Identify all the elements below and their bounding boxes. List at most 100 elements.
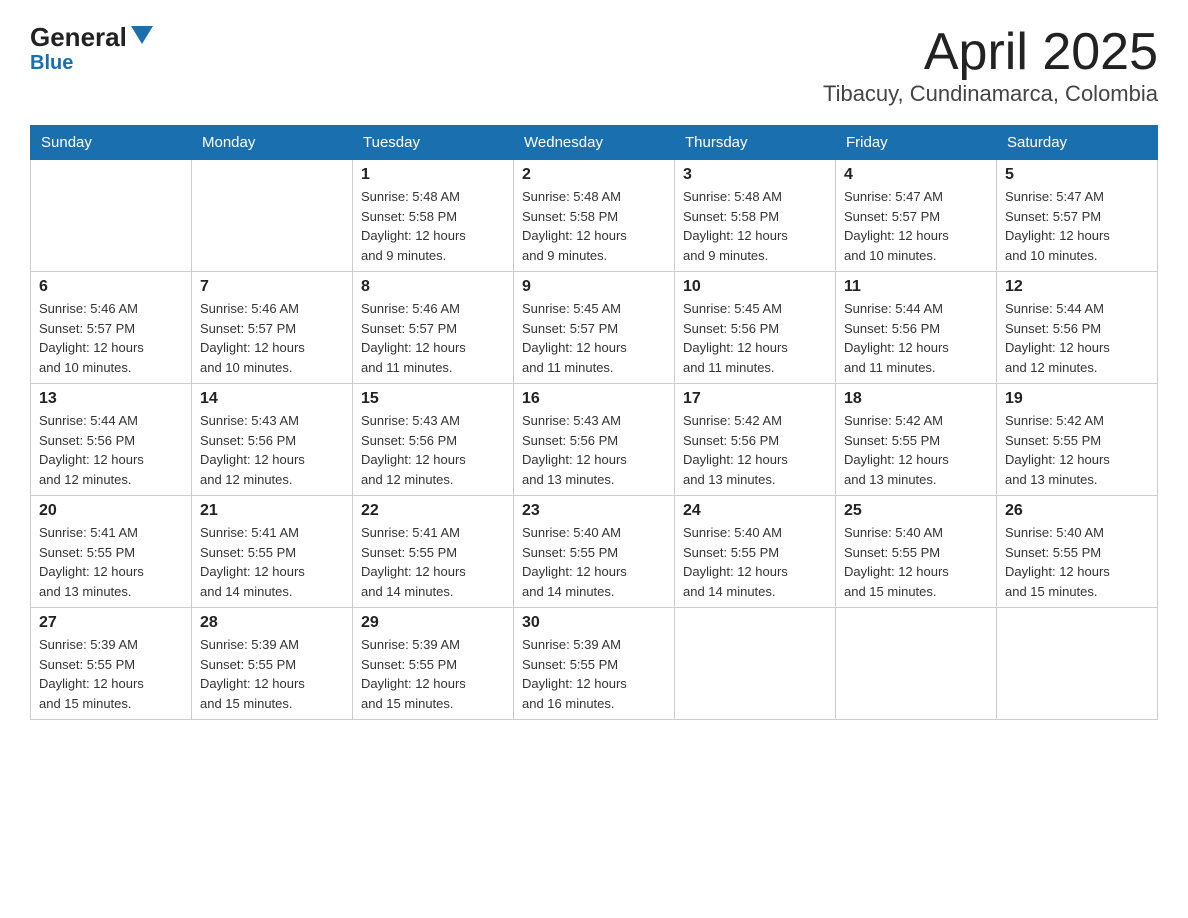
day-info: Sunrise: 5:40 AM Sunset: 5:55 PM Dayligh… [683, 523, 827, 601]
day-number: 15 [361, 390, 505, 408]
day-info: Sunrise: 5:43 AM Sunset: 5:56 PM Dayligh… [200, 411, 344, 489]
day-number: 16 [522, 390, 666, 408]
day-number: 19 [1005, 390, 1149, 408]
day-number: 1 [361, 166, 505, 184]
calendar-cell: 11Sunrise: 5:44 AM Sunset: 5:56 PM Dayli… [836, 272, 997, 384]
logo-triangle-icon [131, 26, 153, 44]
calendar-week-row: 6Sunrise: 5:46 AM Sunset: 5:57 PM Daylig… [31, 272, 1158, 384]
day-info: Sunrise: 5:47 AM Sunset: 5:57 PM Dayligh… [844, 187, 988, 265]
day-number: 14 [200, 390, 344, 408]
calendar-weekday-monday: Monday [192, 126, 353, 160]
day-info: Sunrise: 5:41 AM Sunset: 5:55 PM Dayligh… [200, 523, 344, 601]
calendar-cell: 28Sunrise: 5:39 AM Sunset: 5:55 PM Dayli… [192, 608, 353, 720]
day-number: 30 [522, 614, 666, 632]
day-number: 28 [200, 614, 344, 632]
calendar-cell: 21 Sunrise: 5:41 AM Sunset: 5:55 PM Dayli… [192, 496, 353, 608]
day-number: 22 [361, 502, 505, 520]
calendar-week-row: 1 Sunrise: 5:48 AM Sunset: 5:58 PM Daylig… [31, 160, 1158, 272]
day-info: Sunrise: 5:42 AM Sunset: 5:55 PM Dayligh… [844, 411, 988, 489]
day-number: 25 [844, 502, 988, 520]
day-info: Sunrise: 5:40 AM Sunset: 5:55 PM Dayligh… [522, 523, 666, 601]
calendar-cell [675, 608, 836, 720]
calendar-cell: 1 Sunrise: 5:48 AM Sunset: 5:58 PM Daylig… [353, 160, 514, 272]
calendar-cell: 27 Sunrise: 5:39 AM Sunset: 5:55 PM Dayli… [31, 608, 192, 720]
page-header: General Blue April 2025 Tibacuy, Cundina… [30, 24, 1158, 107]
day-number: 7 [200, 278, 344, 296]
page-title: April 2025 [823, 24, 1158, 81]
calendar-cell: 18 Sunrise: 5:42 AM Sunset: 5:55 PM Dayli… [836, 384, 997, 496]
logo-brand: General [30, 24, 127, 50]
day-number: 5 [1005, 166, 1149, 184]
day-number: 20 [39, 502, 183, 520]
day-info: Sunrise: 5:39 AM Sunset: 5:55 PM Dayligh… [39, 635, 183, 713]
day-number: 29 [361, 614, 505, 632]
day-info: Sunrise: 5:46 AM Sunset: 5:57 PM Dayligh… [200, 299, 344, 377]
calendar-cell: 7 Sunrise: 5:46 AM Sunset: 5:57 PM Daylig… [192, 272, 353, 384]
calendar-cell: 3Sunrise: 5:48 AM Sunset: 5:58 PM Daylig… [675, 160, 836, 272]
day-number: 12 [1005, 278, 1149, 296]
calendar-cell: 16 Sunrise: 5:43 AM Sunset: 5:56 PM Dayli… [514, 384, 675, 496]
day-info: Sunrise: 5:48 AM Sunset: 5:58 PM Dayligh… [361, 187, 505, 265]
day-number: 27 [39, 614, 183, 632]
calendar-cell: 24Sunrise: 5:40 AM Sunset: 5:55 PM Dayli… [675, 496, 836, 608]
day-info: Sunrise: 5:41 AM Sunset: 5:55 PM Dayligh… [39, 523, 183, 601]
calendar-week-row: 27 Sunrise: 5:39 AM Sunset: 5:55 PM Dayli… [31, 608, 1158, 720]
calendar-cell [997, 608, 1158, 720]
calendar-weekday-sunday: Sunday [31, 126, 192, 160]
calendar-cell: 22 Sunrise: 5:41 AM Sunset: 5:55 PM Dayli… [353, 496, 514, 608]
day-number: 3 [683, 166, 827, 184]
day-number: 21 [200, 502, 344, 520]
calendar-weekday-tuesday: Tuesday [353, 126, 514, 160]
calendar-cell: 26Sunrise: 5:40 AM Sunset: 5:55 PM Dayli… [997, 496, 1158, 608]
day-info: Sunrise: 5:47 AM Sunset: 5:57 PM Dayligh… [1005, 187, 1149, 265]
day-info: Sunrise: 5:46 AM Sunset: 5:57 PM Dayligh… [39, 299, 183, 377]
calendar-table: SundayMondayTuesdayWednesdayThursdayFrid… [30, 125, 1158, 720]
calendar-weekday-friday: Friday [836, 126, 997, 160]
day-info: Sunrise: 5:43 AM Sunset: 5:56 PM Dayligh… [522, 411, 666, 489]
calendar-cell: 4 Sunrise: 5:47 AM Sunset: 5:57 PM Daylig… [836, 160, 997, 272]
calendar-cell: 10 Sunrise: 5:45 AM Sunset: 5:56 PM Dayli… [675, 272, 836, 384]
day-number: 13 [39, 390, 183, 408]
calendar-cell: 6Sunrise: 5:46 AM Sunset: 5:57 PM Daylig… [31, 272, 192, 384]
day-info: Sunrise: 5:43 AM Sunset: 5:56 PM Dayligh… [361, 411, 505, 489]
day-number: 11 [844, 278, 988, 296]
title-block: April 2025 Tibacuy, Cundinamarca, Colomb… [823, 24, 1158, 107]
calendar-cell: 5 Sunrise: 5:47 AM Sunset: 5:57 PM Daylig… [997, 160, 1158, 272]
logo-accent: Blue [30, 52, 73, 75]
day-info: Sunrise: 5:44 AM Sunset: 5:56 PM Dayligh… [39, 411, 183, 489]
calendar-cell: 9 Sunrise: 5:45 AM Sunset: 5:57 PM Daylig… [514, 272, 675, 384]
day-info: Sunrise: 5:45 AM Sunset: 5:57 PM Dayligh… [522, 299, 666, 377]
day-number: 8 [361, 278, 505, 296]
day-info: Sunrise: 5:40 AM Sunset: 5:55 PM Dayligh… [1005, 523, 1149, 601]
day-info: Sunrise: 5:40 AM Sunset: 5:55 PM Dayligh… [844, 523, 988, 601]
calendar-cell: 14 Sunrise: 5:43 AM Sunset: 5:56 PM Dayli… [192, 384, 353, 496]
calendar-cell [192, 160, 353, 272]
day-info: Sunrise: 5:39 AM Sunset: 5:55 PM Dayligh… [522, 635, 666, 713]
day-number: 23 [522, 502, 666, 520]
day-info: Sunrise: 5:44 AM Sunset: 5:56 PM Dayligh… [1005, 299, 1149, 377]
calendar-weekday-thursday: Thursday [675, 126, 836, 160]
day-info: Sunrise: 5:39 AM Sunset: 5:55 PM Dayligh… [361, 635, 505, 713]
day-number: 18 [844, 390, 988, 408]
day-number: 9 [522, 278, 666, 296]
calendar-cell: 13 Sunrise: 5:44 AM Sunset: 5:56 PM Dayli… [31, 384, 192, 496]
calendar-cell: 23 Sunrise: 5:40 AM Sunset: 5:55 PM Dayli… [514, 496, 675, 608]
calendar-cell: 15 Sunrise: 5:43 AM Sunset: 5:56 PM Dayli… [353, 384, 514, 496]
calendar-cell: 30 Sunrise: 5:39 AM Sunset: 5:55 PM Dayli… [514, 608, 675, 720]
day-info: Sunrise: 5:41 AM Sunset: 5:55 PM Dayligh… [361, 523, 505, 601]
calendar-weekday-wednesday: Wednesday [514, 126, 675, 160]
logo: General Blue [30, 24, 153, 75]
day-info: Sunrise: 5:42 AM Sunset: 5:56 PM Dayligh… [683, 411, 827, 489]
day-number: 4 [844, 166, 988, 184]
calendar-cell: 2 Sunrise: 5:48 AM Sunset: 5:58 PM Daylig… [514, 160, 675, 272]
calendar-cell: 19Sunrise: 5:42 AM Sunset: 5:55 PM Dayli… [997, 384, 1158, 496]
day-number: 17 [683, 390, 827, 408]
day-number: 10 [683, 278, 827, 296]
day-info: Sunrise: 5:48 AM Sunset: 5:58 PM Dayligh… [522, 187, 666, 265]
day-info: Sunrise: 5:45 AM Sunset: 5:56 PM Dayligh… [683, 299, 827, 377]
calendar-cell [836, 608, 997, 720]
day-info: Sunrise: 5:46 AM Sunset: 5:57 PM Dayligh… [361, 299, 505, 377]
day-number: 2 [522, 166, 666, 184]
calendar-cell: 20 Sunrise: 5:41 AM Sunset: 5:55 PM Dayli… [31, 496, 192, 608]
calendar-cell: 12 Sunrise: 5:44 AM Sunset: 5:56 PM Dayli… [997, 272, 1158, 384]
